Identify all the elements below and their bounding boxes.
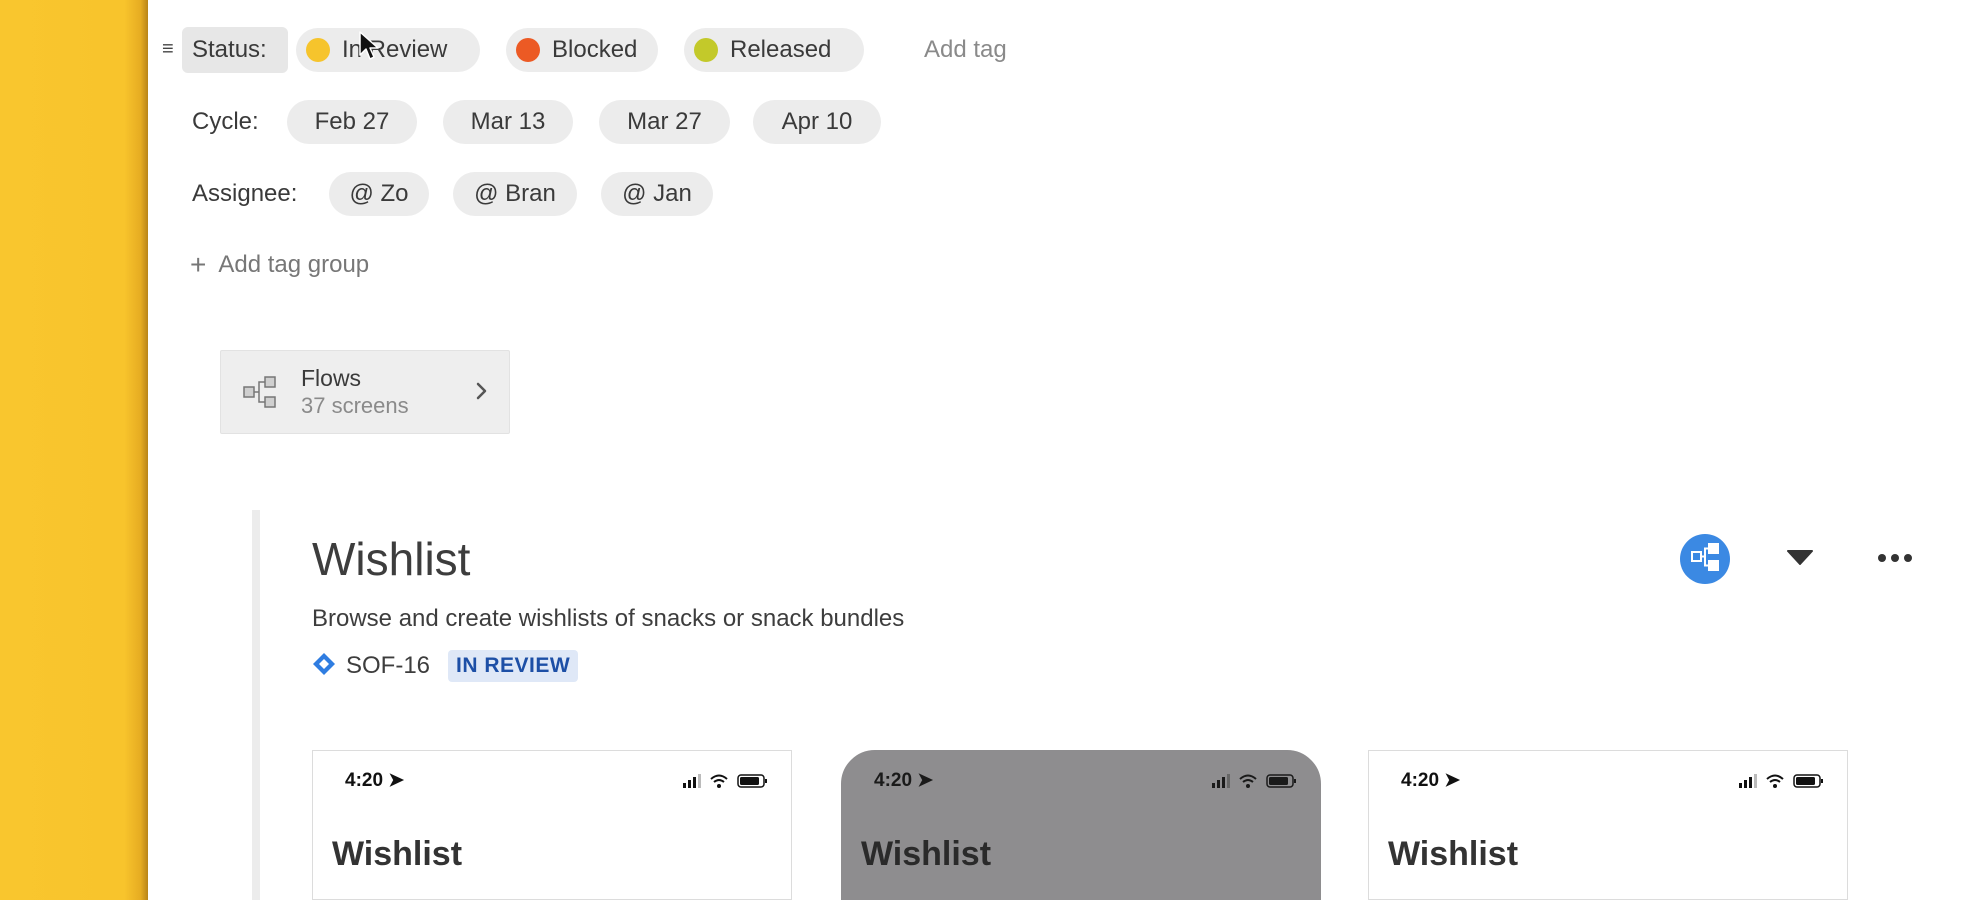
flows-card[interactable]: Flows 37 screens — [220, 350, 510, 434]
tag-group-status: ≡ Status: In Review Blocked Released Add… — [148, 27, 1148, 73]
add-tag-group-button[interactable]: + Add tag group — [190, 250, 369, 280]
tag-assignee[interactable]: @ Bran — [453, 172, 577, 216]
tag-assignee[interactable]: @ Zo — [329, 172, 429, 216]
tag-label: Mar 13 — [470, 108, 546, 135]
tag-cycle[interactable]: Mar 13 — [443, 100, 573, 144]
screen-title: Wishlist — [861, 835, 992, 873]
flow-diagram-icon — [1690, 542, 1720, 577]
tag-blocked[interactable]: Blocked — [506, 28, 658, 72]
jira-issue-key[interactable]: SOF-16 — [346, 652, 430, 680]
jira-issue-row[interactable]: SOF-16 IN REVIEW — [312, 648, 579, 684]
screen-title: Wishlist — [1388, 835, 1519, 873]
tag-label: @ Bran — [474, 180, 556, 207]
status-badge: IN REVIEW — [448, 650, 579, 682]
tag-group-assignee: Assignee: @ Zo @ Bran @ Jan — [148, 172, 948, 216]
status-dot-orange — [516, 38, 540, 62]
more-options-button[interactable] — [1870, 534, 1920, 584]
tag-label: @ Jan — [622, 180, 692, 207]
status-bar-icons — [1739, 773, 1827, 794]
chevron-right-icon — [475, 381, 489, 406]
tag-label: Mar 27 — [627, 108, 702, 135]
tag-in-review[interactable]: In Review — [296, 28, 480, 72]
tag-cycle[interactable]: Mar 27 — [599, 100, 730, 144]
flow-section-bar — [252, 510, 260, 900]
tag-label: Apr 10 — [781, 108, 853, 135]
tag-group-label-assignee: Assignee: — [192, 180, 298, 207]
flow-title[interactable]: Wishlist — [312, 532, 470, 586]
tag-group-label-cycle: Cycle: — [192, 108, 259, 135]
tag-cycle[interactable]: Feb 27 — [287, 100, 417, 144]
tag-label: Blocked — [552, 36, 638, 63]
tag-label: Released — [730, 36, 832, 63]
screen-thumbnail[interactable]: 4:20 ➤ Wishlist — [841, 750, 1321, 900]
screen-title: Wishlist — [332, 835, 463, 873]
mouse-cursor-icon — [358, 30, 380, 67]
status-bar-time: 4:20 ➤ — [345, 770, 405, 791]
yellow-sidebar-edge — [0, 0, 148, 900]
add-tag-button[interactable]: Add tag — [924, 28, 1034, 72]
tag-group-cycle: Cycle: Feb 27 Mar 13 Mar 27 Apr 10 — [148, 100, 1048, 144]
add-tag-group-label: Add tag group — [218, 251, 370, 278]
status-dot-olive — [694, 38, 718, 62]
flows-card-subtitle: 37 screens — [301, 393, 409, 418]
ellipsis-icon — [1877, 550, 1913, 568]
drag-handle-icon[interactable]: ≡ — [162, 39, 182, 59]
tag-label: Feb 27 — [314, 108, 390, 135]
board-canvas: ≡ Status: In Review Blocked Released Add… — [148, 0, 1980, 900]
flow-description[interactable]: Browse and create wishlists of snacks or… — [312, 605, 904, 633]
caret-down-icon — [1787, 549, 1813, 570]
flows-card-title: Flows — [301, 365, 362, 391]
status-bar-icons — [1212, 773, 1300, 794]
status-bar-icons — [683, 773, 771, 794]
tag-assignee[interactable]: @ Jan — [601, 172, 713, 216]
flow-diagram-icon — [243, 375, 277, 414]
collapse-dropdown-button[interactable] — [1775, 534, 1825, 584]
flow-view-button[interactable] — [1680, 534, 1730, 584]
tag-released[interactable]: Released — [684, 28, 864, 72]
tag-label: @ Zo — [349, 180, 409, 207]
plus-icon: + — [190, 249, 207, 280]
tag-cycle[interactable]: Apr 10 — [753, 100, 881, 144]
add-tag-label: Add tag — [924, 36, 1007, 63]
status-bar-time: 4:20 ➤ — [874, 770, 934, 791]
jira-diamond-icon — [312, 652, 336, 681]
screen-thumbnail[interactable]: 4:20 ➤ Wishlist — [312, 750, 792, 900]
status-bar-time: 4:20 ➤ — [1401, 770, 1461, 791]
screen-thumbnail[interactable]: 4:20 ➤ Wishlist — [1368, 750, 1848, 900]
tag-group-label-status[interactable]: Status: — [192, 36, 267, 64]
status-dot-yellow — [306, 38, 330, 62]
